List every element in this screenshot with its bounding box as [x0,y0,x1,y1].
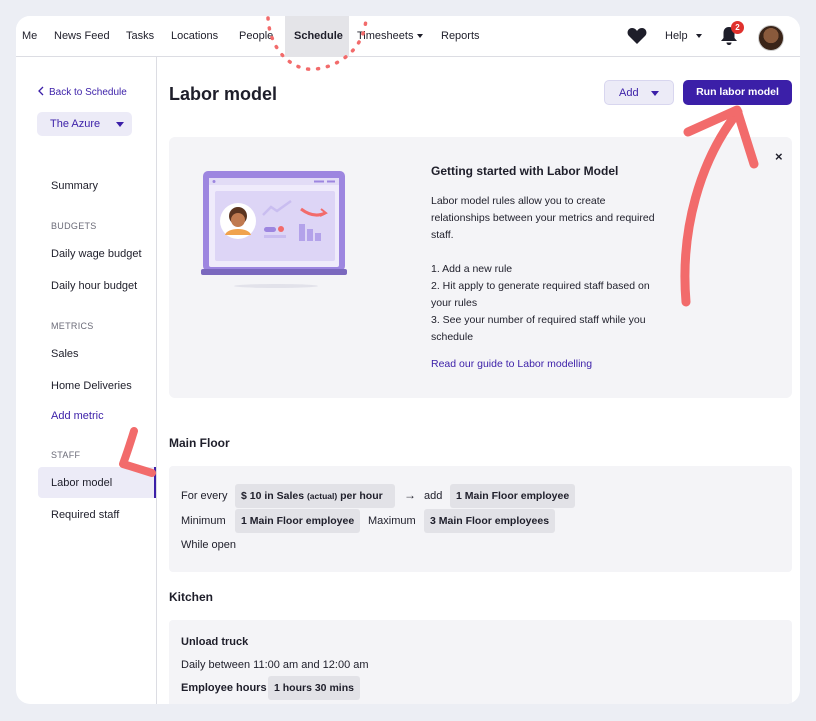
nav-item-people[interactable]: People [239,30,273,42]
chevron-down-icon [695,34,702,39]
labor-guide-link[interactable]: Read our guide to Labor modelling [431,358,592,370]
chevron-left-icon [38,86,44,96]
help-label: Help [665,30,688,42]
chevron-down-icon [651,91,659,96]
arrow-right-icon: → [404,488,416,502]
section-title-kitchen: Kitchen [169,590,214,604]
card-spacer [431,244,656,261]
card-step-3: 3. See your number of required staff whi… [431,314,646,343]
employee-hours-chip[interactable]: 1 hours 30 mins [268,676,360,700]
add-button[interactable]: Add [604,80,674,105]
while-open-label: While open [181,539,237,551]
back-to-schedule-link[interactable]: Back to Schedule [37,86,127,98]
metric-rule-suffix: per hour [340,490,383,502]
location-label: The Azure [50,118,101,130]
sidebar-item-daily-wage-budget[interactable]: Daily wage budget [51,248,142,260]
nav-item-timesheets[interactable]: Timesheets [357,30,424,42]
card-title: Getting started with Labor Model [431,164,619,178]
nav-item-reports[interactable]: Reports [441,30,480,42]
nav-timesheets-label: Timesheets [357,30,414,42]
metric-rule-actual: (actual) [306,491,338,501]
add-button-label: Add [619,87,639,99]
card-step-2: 2. Hit apply to generate required staff … [431,280,650,309]
minimum-staff-chip[interactable]: 1 Main Floor employee [235,509,361,533]
sidebar-header-budgets: BUDGETS [51,221,97,231]
sidebar-item-sales[interactable]: Sales [51,348,79,360]
chevron-down-icon [116,122,124,127]
sidebar-item-summary[interactable]: Summary [51,180,98,192]
maximum-label: Maximum [368,515,416,527]
top-navigation: Me News Feed Tasks Locations People Sche… [16,16,800,57]
metric-rule-chip[interactable]: $ 10 in Sales (actual) per hour [235,484,395,508]
sidebar-item-labor-model[interactable]: Labor model [51,477,112,489]
task-title: Unload truck [181,636,249,648]
sidebar-item-add-metric[interactable]: Add metric [51,410,104,422]
minimum-label: Minimum [181,515,226,527]
help-menu[interactable]: Help [665,30,702,42]
sidebar-header-staff: STAFF [51,450,81,460]
getting-started-card: × Getting started with Labor Model Labor… [169,137,792,398]
sidebar-item-required-staff[interactable]: Required staff [51,509,119,521]
nav-item-tasks[interactable]: Tasks [126,30,154,42]
chevron-down-icon [417,34,424,39]
maximum-staff-chip[interactable]: 3 Main Floor employees [424,509,556,533]
add-label: add [424,490,443,502]
heart-icon[interactable] [627,27,647,45]
page-title: Labor model [169,84,278,104]
card-body: Labor model rules allow you to create re… [431,193,656,346]
run-labor-model-button[interactable]: Run labor model [683,80,792,105]
sidebar-item-daily-hour-budget[interactable]: Daily hour budget [51,280,137,292]
sidebar-header-metrics: METRICS [51,321,94,331]
sidebar: Back to Schedule The Azure Summary BUDGE… [16,57,157,704]
back-label: Back to Schedule [49,87,127,98]
main-floor-rule-panel[interactable]: For every $ 10 in Sales (actual) per hou… [169,466,792,572]
add-staff-chip[interactable]: 1 Main Floor employee [450,484,576,508]
nav-item-locations[interactable]: Locations [171,30,218,42]
nav-item-schedule[interactable]: Schedule [294,30,343,42]
section-title-main-floor: Main Floor [169,436,230,450]
close-icon[interactable]: × [775,149,783,164]
card-step-1: 1. Add a new rule [431,263,513,275]
nav-item-news-feed[interactable]: News Feed [54,30,110,42]
nav-item-me[interactable]: Me [22,30,37,42]
kitchen-task-panel[interactable]: Unload truck Daily between 11:00 am and … [169,620,792,704]
main-content: Labor model Add Run labor model × Gettin… [158,57,800,704]
metric-rule-prefix: $ 10 in Sales [241,490,305,502]
notification-badge: 2 [731,21,744,34]
location-select[interactable]: The Azure [37,112,132,136]
laptop-illustration-icon [201,171,347,288]
sidebar-item-home-deliveries[interactable]: Home Deliveries [51,380,132,392]
avatar[interactable] [758,25,784,51]
app-frame: Me News Feed Tasks Locations People Sche… [16,16,800,704]
for-every-label: For every [181,490,228,502]
task-schedule: Daily between 11:00 am and 12:00 am [181,659,369,671]
employee-hours-label: Employee hours [181,682,267,694]
card-intro-text: Labor model rules allow you to create re… [431,195,655,241]
